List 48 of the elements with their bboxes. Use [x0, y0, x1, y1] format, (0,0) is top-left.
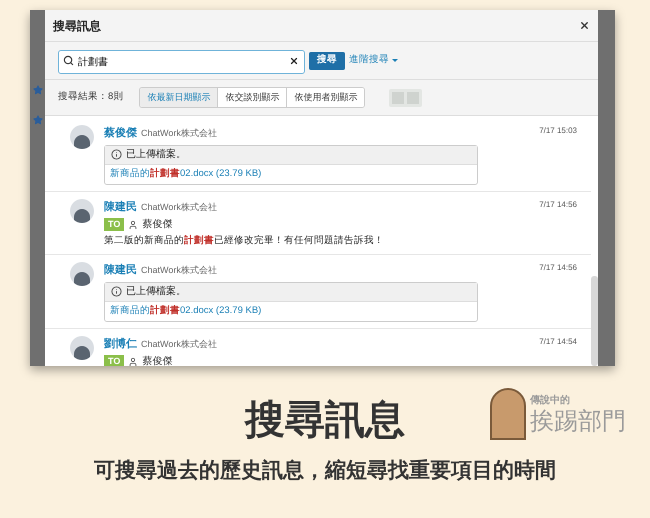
avatar	[70, 125, 94, 149]
sender-name[interactable]: 蔡俊傑	[104, 125, 137, 142]
avatar	[70, 198, 94, 222]
search-field[interactable]: 計劃書	[58, 50, 305, 74]
star-icon	[32, 85, 42, 95]
scrollbar[interactable]	[591, 276, 598, 366]
to-badge: TO	[104, 218, 124, 231]
file-link[interactable]: 新商品的計劃書02.docx (23.79 KB)	[110, 166, 262, 182]
search-button[interactable]: 搜尋	[309, 52, 345, 70]
recipient-name: 蔡俊傑	[142, 218, 172, 232]
caret-icon	[392, 59, 398, 62]
dialog-title: 搜尋訊息	[53, 18, 101, 34]
search-icon	[63, 54, 74, 66]
results-count: 搜尋結果：8則	[58, 90, 124, 104]
to-badge: TO	[104, 355, 124, 366]
logo-title: 挨踢部門	[530, 408, 626, 436]
star-icon	[32, 115, 42, 125]
message-text: 第二版的新商品的計劃書已經修改完畢！有任何問題請告訴我！	[104, 234, 385, 248]
clear-icon[interactable]	[289, 56, 299, 66]
sort-tab[interactable]: 依交談別顯示	[218, 88, 288, 107]
feature-subtitle: 可搜尋過去的歷史訊息，縮短尋找重要項目的時間	[94, 458, 556, 484]
upload-notice: 已上傳檔案。	[126, 284, 186, 300]
message-time: 7/17 15:03	[539, 125, 577, 137]
company-name: ChatWork株式会社	[141, 127, 217, 140]
info-icon	[111, 149, 122, 160]
avatar	[70, 336, 94, 360]
user-icon	[128, 356, 138, 366]
recipient-name: 蔡俊傑	[142, 354, 172, 366]
sender-name[interactable]: 陳建民	[104, 262, 137, 279]
company-name: ChatWork株式会社	[141, 264, 217, 278]
user-icon	[128, 220, 138, 230]
sender-name[interactable]: 陳建民	[104, 198, 137, 215]
avatar	[70, 262, 94, 286]
upload-notice: 已上傳檔案。	[126, 148, 186, 162]
message-time: 7/17 14:56	[539, 198, 577, 210]
close-icon[interactable]	[579, 20, 590, 31]
info-icon	[111, 286, 122, 298]
message-time: 7/17 14:56	[539, 262, 577, 274]
company-name: ChatWork株式会社	[141, 338, 217, 351]
sort-tab[interactable]: 依使用者別顯示	[287, 88, 364, 107]
sort-tab[interactable]: 依最新日期顯示	[140, 88, 218, 107]
feature-heading: 搜尋訊息	[245, 397, 405, 444]
logo-tagline: 傳說中的	[530, 394, 571, 408]
message-time: 7/17 14:54	[539, 336, 577, 348]
advanced-search-link[interactable]: 進階搜尋	[349, 53, 398, 68]
sender-name[interactable]: 劉博仁	[104, 336, 137, 352]
company-name: ChatWork株式会社	[141, 200, 217, 214]
file-link[interactable]: 新商品的計劃書02.docx (23.79 KB)	[110, 304, 262, 318]
